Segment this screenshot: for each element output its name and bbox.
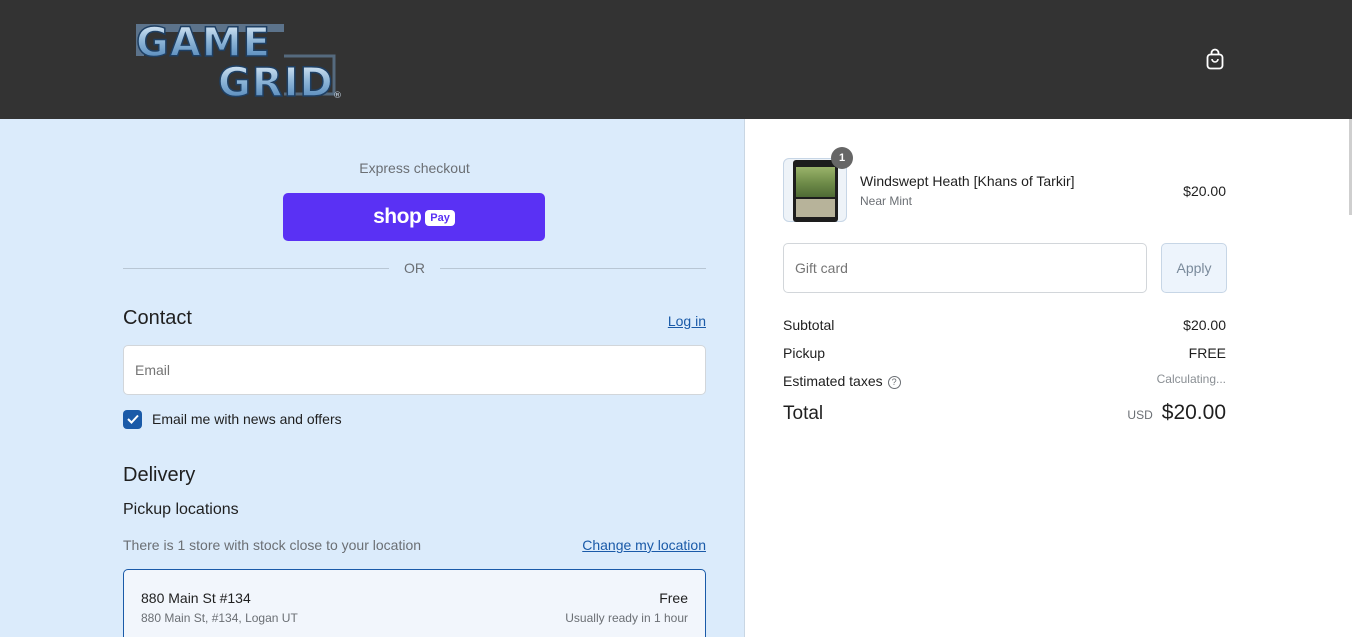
shop-pay-button[interactable]: shop Pay [283,193,545,241]
logo-line2: GRID [218,60,334,102]
email-field[interactable] [123,345,706,395]
location-price: Free [659,590,688,606]
delivery-heading: Delivery [123,464,196,486]
help-icon[interactable]: ? [887,375,901,389]
card-image [793,160,838,222]
game-grid-logo[interactable]: GAME GRID ® [134,16,344,107]
change-location-link[interactable]: Change my location [582,537,706,553]
estimated-taxes-row: Estimated taxes? [783,373,901,389]
shopping-bag-icon [1206,48,1224,70]
newsletter-checkbox[interactable] [123,409,142,429]
logo-registered-mark: ® [333,91,342,101]
subtotal-value: $20.00 [1183,317,1226,333]
pickup-value: FREE [1188,345,1226,361]
taxes-value: Calculating... [1156,372,1226,386]
estimated-taxes-label: Estimated taxes [783,373,883,389]
pickup-locations-heading: Pickup locations [123,501,239,518]
newsletter-label: Email me with news and offers [152,411,342,427]
site-header: GAME GRID ® [0,0,1352,119]
logo-graphic: GAME GRID ® [135,19,342,107]
location-name: 880 Main St #134 [141,590,251,606]
card-text-box [796,199,835,217]
gift-card-field[interactable] [783,243,1147,293]
quantity-badge: 1 [831,147,853,169]
total-currency: USD [1127,408,1153,422]
shop-pay-pill: Pay [425,210,455,226]
stock-note: There is 1 store with stock close to you… [123,537,422,553]
total-amount: $20.00 [1161,401,1226,424]
product-variant: Near Mint [860,194,913,208]
newsletter-option[interactable]: Email me with news and offers [123,409,342,429]
location-address: 880 Main St, #134, Logan UT [141,611,298,625]
apply-button[interactable]: Apply [1161,243,1227,293]
express-checkout-label: Express checkout [359,160,470,176]
or-divider: OR [123,260,706,278]
subtotal-label: Subtotal [783,317,835,333]
contact-heading: Contact [123,307,192,329]
cart-button[interactable] [1203,46,1227,72]
pickup-location-option[interactable]: 880 Main St #134 880 Main St, #134, Loga… [123,569,706,637]
log-in-link[interactable]: Log in [668,313,706,329]
location-ready-time: Usually ready in 1 hour [565,611,688,625]
divider-line-right [440,268,706,269]
product-name: Windswept Heath [Khans of Tarkir] [860,173,1075,189]
checkmark-icon [126,414,139,424]
total-label: Total [783,403,824,424]
card-art [796,167,835,197]
shop-pay-wordmark: shop [373,205,422,228]
total-value: USD $20.00 [1127,401,1226,425]
product-price: $20.00 [1183,183,1226,199]
pickup-label: Pickup [783,345,826,361]
